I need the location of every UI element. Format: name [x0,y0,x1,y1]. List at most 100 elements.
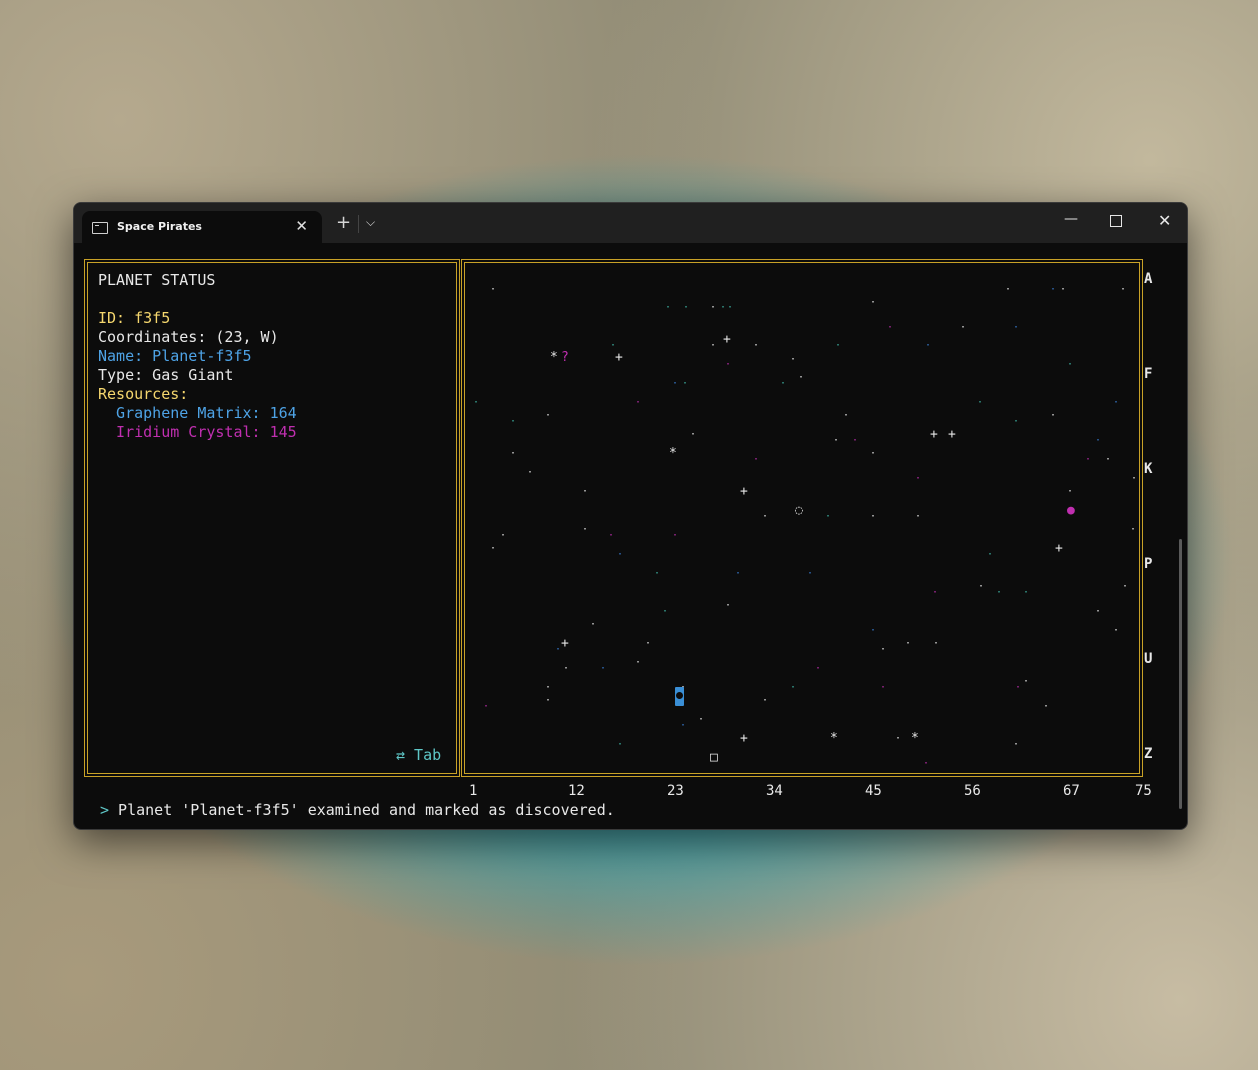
star-icon: · [1131,473,1138,484]
col-label-56: 56 [964,783,981,799]
star-icon: · [780,378,787,389]
star-icon: · [654,568,661,579]
chevron-down-icon[interactable]: ⌵ [366,215,375,230]
divider [358,215,359,233]
star-icon: · [933,638,940,649]
star-icon: · [490,284,497,295]
star-icon: · [977,397,984,408]
star-icon: · [710,302,717,313]
star-icon: * [550,350,558,365]
star-icon: · [905,638,912,649]
star-icon: · [925,340,932,351]
col-label-12: 12 [568,783,585,799]
station-icon: □ [710,750,718,765]
tab-space-pirates[interactable]: Space Pirates ✕ [82,211,322,243]
star-icon: · [1113,625,1120,636]
star-icon: · [545,410,552,421]
star-icon: · [852,435,859,446]
col-label-75: 75 [1135,783,1152,799]
star-icon: · [682,378,689,389]
star-icon: · [895,733,902,744]
ship-cursor [675,687,684,706]
star-icon: · [690,429,697,440]
star-icon: · [825,511,832,522]
star-icon: · [1023,587,1030,598]
message-text: Planet 'Planet-f3f5' examined and marked… [109,801,615,819]
row-label-z: Z [1144,746,1153,762]
col-label-34: 34 [766,783,783,799]
col-label-1: 1 [469,783,478,799]
star-icon: · [645,638,652,649]
star-icon: · [1067,359,1074,370]
star-icon: · [798,372,805,383]
star-icon: · [563,663,570,674]
maximize-button[interactable] [1110,215,1122,227]
star-icon: · [1013,322,1020,333]
star-icon: · [790,682,797,693]
new-tab-button[interactable]: + [336,214,351,232]
star-icon: · [727,302,734,313]
star-icon: · [665,302,672,313]
star-icon: · [987,549,994,560]
star-icon: + [740,731,748,746]
star-icon: · [710,340,717,351]
star-icon: · [545,682,552,693]
star-icon: · [807,568,814,579]
star-icon: · [1060,284,1067,295]
star-icon: · [490,543,497,554]
resource-graphene: Graphene Matrix: 164 [98,404,297,422]
star-icon: · [483,701,490,712]
row-label-u: U [1144,651,1153,667]
star-icon: · [843,410,850,421]
star-icon: · [762,511,769,522]
star-icon: · [608,530,615,541]
star-icon: · [1105,454,1112,465]
star-map-panel[interactable]: · · · · · · · · · · · · · + · · · · · · *? + · · · · · · · · · · · · · · · · ·… [461,259,1143,777]
title-bar: Space Pirates ✕ + ⌵ — ✕ [74,203,1187,243]
star-icon: · [1067,486,1074,497]
message-line: > Planet 'Planet-f3f5' examined and mark… [100,801,615,819]
planet-id: ID: f3f5 [98,309,171,327]
row-label-a: A [1144,271,1153,287]
star-icon: · [1120,284,1127,295]
star-icon: · [1095,435,1102,446]
star-icon: · [1050,410,1057,421]
panel-heading: PLANET STATUS [98,271,216,289]
close-tab-icon[interactable]: ✕ [295,217,308,235]
star-icon: · [582,524,589,535]
star-icon: · [1043,701,1050,712]
star-icon: · [1113,397,1120,408]
star-icon: · [635,657,642,668]
star-icon: · [887,322,894,333]
star-icon: · [753,340,760,351]
prompt-icon: > [100,801,110,819]
star-icon: · [1130,524,1137,535]
star-icon: · [880,682,887,693]
star-icon: ● [1067,503,1075,518]
star-icon: · [617,549,624,560]
scrollbar[interactable] [1179,539,1182,809]
star-icon: · [683,302,690,313]
star-icon: + [948,427,956,442]
star-icon: * [830,731,838,746]
star-icon: · [880,644,887,655]
planet-name: Name: Planet-f3f5 [98,347,252,365]
star-icon: · [753,454,760,465]
star-icon: · [1050,284,1057,295]
col-label-67: 67 [1063,783,1080,799]
star-icon: * [669,446,677,461]
row-label-p: P [1144,556,1153,572]
star-icon: · [600,663,607,674]
star-icon: · [915,511,922,522]
minimize-button[interactable]: — [1064,211,1078,227]
resource-iridium: Iridium Crystal: 145 [98,423,297,441]
star-icon: · [815,663,822,674]
star-icon: · [725,600,732,611]
star-icon: · [762,695,769,706]
star-icon: · [735,568,742,579]
close-window-button[interactable]: ✕ [1158,211,1171,230]
star-icon: · [500,530,507,541]
col-label-45: 45 [865,783,882,799]
tab-hint[interactable]: ⇄ Tab [396,746,441,765]
planet-coordinates: Coordinates: (23, W) [98,328,279,346]
